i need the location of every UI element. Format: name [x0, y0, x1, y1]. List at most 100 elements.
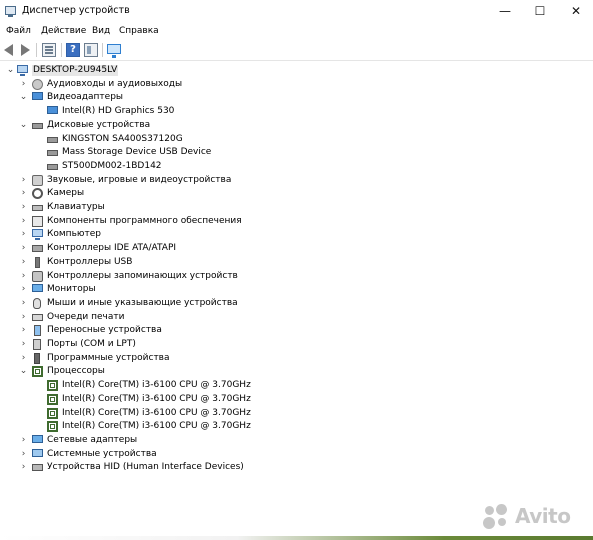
disk-icon — [47, 150, 58, 157]
tree-category-camera[interactable]: › Камеры — [0, 187, 593, 200]
menu-view[interactable]: Вид — [92, 26, 110, 36]
tree-category-label: Компоненты программного обеспечения — [47, 215, 242, 226]
tree-category-audio[interactable]: › Аудиовходы и аудиовыходы — [0, 78, 593, 91]
device-manager-icon — [5, 6, 16, 17]
tree-category-label: Процессоры — [47, 366, 105, 377]
keyboard-icon — [32, 205, 43, 211]
tree-category-monitor[interactable]: › Мониторы — [0, 283, 593, 296]
cpu-icon — [47, 407, 58, 419]
tree-category-storage[interactable]: › Контроллеры запоминающих устройств — [0, 270, 593, 283]
tree-category-keyboard[interactable]: › Клавиатуры — [0, 201, 593, 214]
tree-category-hid[interactable]: › Устройства HID (Human Interface Devices… — [0, 461, 593, 474]
chevron-right-icon[interactable]: › — [19, 174, 28, 187]
tree-device[interactable]: ST500DM002-1BD142 — [0, 160, 593, 173]
firmware-icon — [34, 352, 40, 364]
maximize-button[interactable]: ☐ — [523, 0, 557, 22]
monitor-icon — [32, 284, 43, 293]
chevron-right-icon[interactable]: › — [19, 461, 28, 474]
tree-device-label: Intel(R) HD Graphics 530 — [62, 106, 175, 117]
chevron-right-icon[interactable]: › — [19, 242, 28, 255]
chevron-right-icon[interactable]: › — [19, 201, 28, 214]
toolbar-separator — [102, 43, 103, 57]
display-icon — [32, 92, 43, 101]
tree-category-label: Компьютер — [47, 229, 101, 240]
tree-category-cpu[interactable]: ⌄ Процессоры — [0, 365, 593, 378]
ide-icon — [32, 245, 43, 253]
tree-category-label: Видеоадаптеры — [47, 92, 124, 103]
chevron-right-icon[interactable]: › — [19, 283, 28, 296]
properties-icon[interactable] — [42, 43, 56, 57]
hid-icon — [32, 464, 43, 472]
chevron-right-icon[interactable]: › — [19, 297, 28, 310]
tree-category-label: Камеры — [47, 188, 85, 199]
tree-category-software[interactable]: › Компоненты программного обеспечения — [0, 215, 593, 228]
sound-icon — [32, 174, 43, 186]
chevron-right-icon[interactable]: › — [19, 78, 28, 91]
chevron-right-icon[interactable]: › — [19, 228, 28, 241]
scan-hardware-icon[interactable] — [107, 44, 121, 58]
chevron-down-icon[interactable]: ⌄ — [19, 91, 28, 104]
tree-device[interactable]: Intel(R) Core(TM) i3-6100 CPU @ 3.70GHz — [0, 407, 593, 420]
avito-logo-icon — [483, 503, 513, 529]
tree-device[interactable]: Intel(R) Core(TM) i3-6100 CPU @ 3.70GHz — [0, 393, 593, 406]
tree-category-label: Программные устройства — [47, 352, 170, 363]
tree-category-portable[interactable]: › Переносные устройства — [0, 324, 593, 337]
chevron-right-icon[interactable]: › — [19, 324, 28, 337]
tree-category-label: Мониторы — [47, 284, 96, 295]
tree-category-sound[interactable]: › Звуковые, игровые и видеоустройства — [0, 174, 593, 187]
tree-category-computer[interactable]: › Компьютер — [0, 228, 593, 241]
cpu-icon — [47, 380, 58, 392]
tree-category-label: Дисковые устройства — [47, 119, 151, 130]
menu-help[interactable]: Справка — [119, 26, 159, 36]
chevron-right-icon[interactable]: › — [19, 256, 28, 269]
chevron-right-icon[interactable]: › — [19, 448, 28, 461]
tree-category-usb[interactable]: › Контроллеры USB — [0, 256, 593, 269]
back-icon[interactable] — [4, 44, 13, 56]
cpu-icon — [32, 366, 43, 378]
tree-device[interactable]: Intel(R) HD Graphics 530 — [0, 105, 593, 118]
menu-action[interactable]: Действие — [41, 26, 86, 36]
mouse-icon — [33, 297, 41, 309]
tree-device[interactable]: Mass Storage Device USB Device — [0, 146, 593, 159]
tree-category-firmware[interactable]: › Программные устройства — [0, 352, 593, 365]
tree-device[interactable]: Intel(R) Core(TM) i3-6100 CPU @ 3.70GHz — [0, 379, 593, 392]
tree-category-ide[interactable]: › Контроллеры IDE ATA/ATAPI — [0, 242, 593, 255]
chevron-down-icon[interactable]: ⌄ — [19, 365, 28, 378]
tree-category-label: Переносные устройства — [47, 325, 162, 336]
chevron-down-icon[interactable]: ⌄ — [6, 64, 15, 77]
tree-category-system[interactable]: › Системные устройства — [0, 448, 593, 461]
tree-category-label: Порты (COM и LPT) — [47, 339, 136, 349]
tree-category-network[interactable]: › Сетевые адаптеры — [0, 434, 593, 447]
tree-root[interactable]: ⌄ DESKTOP-2U945LV — [0, 64, 593, 77]
chevron-right-icon[interactable]: › — [19, 270, 28, 283]
chevron-right-icon[interactable]: › — [19, 338, 28, 351]
tree-category-disk[interactable]: ⌄ Дисковые устройства — [0, 119, 593, 132]
help-icon[interactable]: ? — [66, 43, 80, 57]
tree-category-port[interactable]: › Порты (COM и LPT) — [0, 338, 593, 351]
chevron-right-icon[interactable]: › — [19, 311, 28, 324]
toolbar: ? — [0, 40, 593, 61]
port-icon — [33, 339, 41, 350]
tree-category-printer[interactable]: › Очереди печати — [0, 311, 593, 324]
printer-icon — [32, 313, 43, 321]
tree-device[interactable]: KINGSTON SA400S37120G — [0, 133, 593, 146]
avito-watermark: Avito — [483, 503, 588, 529]
close-button[interactable]: ✕ — [559, 0, 593, 22]
tree-device-label: ST500DM002-1BD142 — [62, 160, 162, 171]
tree-device[interactable]: Intel(R) Core(TM) i3-6100 CPU @ 3.70GHz — [0, 420, 593, 433]
chevron-right-icon[interactable]: › — [19, 187, 28, 200]
chevron-right-icon[interactable]: › — [19, 215, 28, 228]
device-manager-window: Диспетчер устройств — ☐ ✕ Файл Действие … — [0, 0, 593, 540]
tree-category-label: Системные устройства — [47, 448, 157, 459]
update-driver-icon[interactable] — [84, 43, 98, 57]
menu-file[interactable]: Файл — [6, 26, 31, 36]
cpu-icon — [47, 393, 58, 405]
minimize-button[interactable]: — — [488, 0, 522, 22]
chevron-right-icon[interactable]: › — [19, 352, 28, 365]
chevron-right-icon[interactable]: › — [19, 434, 28, 447]
forward-icon[interactable] — [21, 44, 30, 56]
tree-category-label: Устройства HID (Human Interface Devices) — [47, 462, 244, 473]
tree-category-display[interactable]: ⌄ Видеоадаптеры — [0, 91, 593, 104]
chevron-down-icon[interactable]: ⌄ — [19, 119, 28, 132]
tree-category-mouse[interactable]: › Мыши и иные указывающие устройства — [0, 297, 593, 310]
